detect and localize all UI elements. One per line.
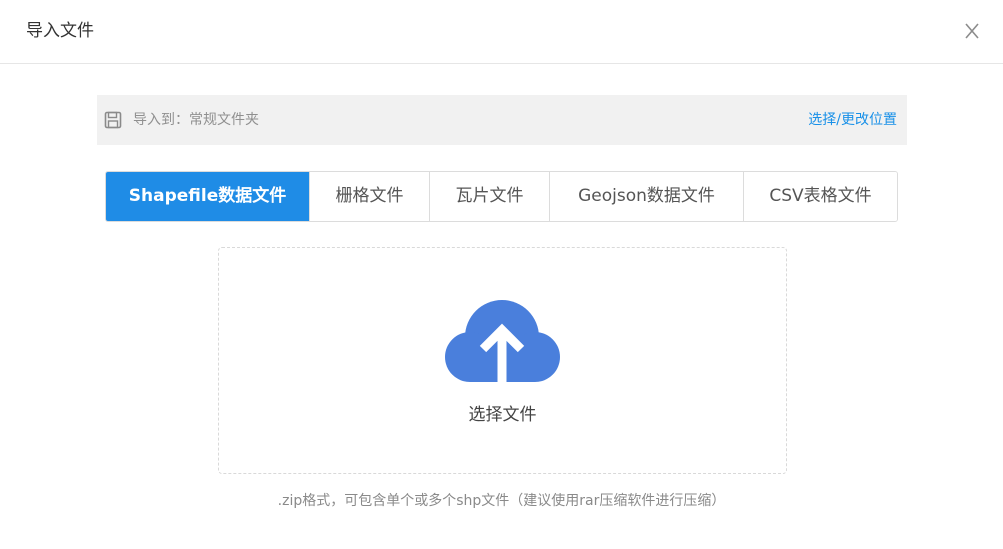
import-target-bar: 导入到：常规文件夹 选择/更改位置 — [97, 95, 907, 145]
floppy-disk-icon — [104, 111, 122, 129]
tab-tiles[interactable]: 瓦片文件 — [429, 172, 549, 221]
file-type-tabs: Shapefile数据文件 栅格文件 瓦片文件 Geojson数据文件 CSV表… — [105, 171, 898, 222]
cloud-upload-icon — [443, 297, 561, 383]
change-location-link[interactable]: 选择/更改位置 — [808, 110, 897, 130]
close-button[interactable] — [960, 19, 984, 43]
tab-shapefile[interactable]: Shapefile数据文件 — [106, 172, 309, 221]
choose-file-label: 选择文件 — [468, 405, 537, 425]
import-target-label: 导入到：常规文件夹 — [133, 112, 259, 128]
close-icon — [965, 23, 979, 39]
tab-raster[interactable]: 栅格文件 — [309, 172, 429, 221]
import-file-dialog: 导入文件 导入到：常规文件夹 选择/更改位置 Shapefile数据文件 栅格文… — [0, 0, 1003, 549]
file-dropzone[interactable]: 选择文件 — [218, 247, 787, 474]
tab-csv[interactable]: CSV表格文件 — [743, 172, 897, 221]
dialog-header: 导入文件 — [0, 0, 1003, 64]
format-hint: .zip格式，可包含单个或多个shp文件（建议使用rar压缩软件进行压缩） — [277, 493, 726, 509]
tab-geojson[interactable]: Geojson数据文件 — [549, 172, 743, 221]
dialog-title: 导入文件 — [26, 21, 94, 41]
